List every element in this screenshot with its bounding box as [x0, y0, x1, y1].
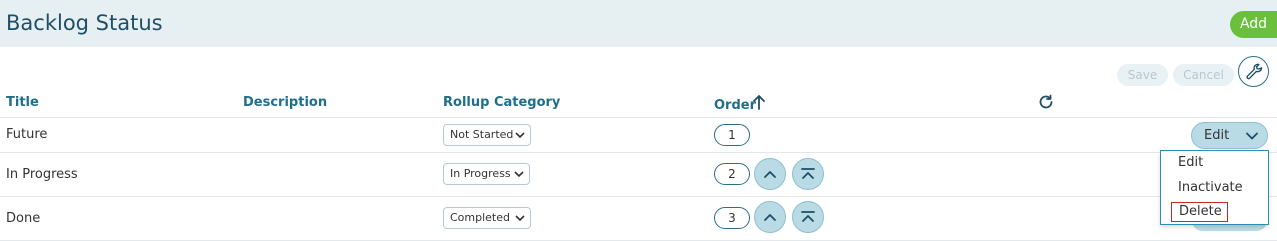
- move-to-top-button[interactable]: [792, 158, 824, 190]
- order-input[interactable]: 2: [714, 163, 750, 185]
- rollup-select[interactable]: Completed: [443, 207, 531, 229]
- column-header-title[interactable]: Title: [6, 95, 39, 110]
- row-title: In Progress: [6, 167, 78, 182]
- sort-ascending-icon[interactable]: [752, 94, 766, 110]
- menu-item-edit[interactable]: Edit: [1178, 155, 1203, 170]
- rollup-select[interactable]: In Progress: [443, 163, 530, 185]
- rollup-select[interactable]: Not Started: [443, 124, 531, 146]
- move-up-button[interactable]: [754, 201, 786, 233]
- row-title: Future: [6, 127, 48, 142]
- rollup-select-value: Not Started: [450, 128, 514, 141]
- move-to-top-icon: [801, 211, 815, 222]
- move-to-top-icon: [801, 168, 815, 179]
- save-button[interactable]: Save: [1117, 64, 1168, 86]
- row-divider: [0, 196, 1277, 197]
- rollup-select-value: In Progress: [450, 167, 511, 180]
- page-header: Backlog Status Add: [0, 0, 1277, 47]
- row-edit-split-button[interactable]: Edit: [1191, 122, 1268, 149]
- column-header-description[interactable]: Description: [243, 95, 327, 110]
- menu-item-inactivate[interactable]: Inactivate: [1178, 180, 1243, 195]
- chevron-down-icon: [515, 215, 525, 222]
- move-to-top-button[interactable]: [792, 201, 824, 233]
- move-up-button[interactable]: [754, 158, 786, 190]
- row-title: Done: [6, 211, 41, 226]
- chevron-down-icon[interactable]: [1246, 132, 1258, 140]
- settings-wrench-button[interactable]: [1238, 56, 1269, 87]
- edit-label[interactable]: Edit: [1204, 128, 1229, 143]
- header-divider: [0, 117, 1277, 118]
- wrench-icon: [1245, 63, 1262, 79]
- chevron-up-icon: [764, 214, 776, 221]
- menu-item-delete[interactable]: Delete: [1171, 202, 1228, 222]
- order-input[interactable]: 1: [714, 124, 750, 146]
- column-header-order[interactable]: Order: [714, 98, 756, 113]
- rollup-select-value: Completed: [450, 211, 510, 224]
- add-button[interactable]: Add: [1230, 11, 1277, 38]
- row-divider: [0, 152, 1277, 153]
- order-input[interactable]: 3: [714, 207, 750, 229]
- chevron-down-icon: [515, 132, 525, 139]
- column-header-rollup-category[interactable]: Rollup Category: [443, 95, 560, 110]
- chevron-down-icon: [514, 171, 524, 178]
- refresh-icon[interactable]: [1038, 94, 1054, 110]
- chevron-up-icon: [764, 171, 776, 178]
- page-title: Backlog Status: [6, 11, 163, 35]
- cancel-button[interactable]: Cancel: [1173, 64, 1234, 86]
- row-actions-menu: Edit Inactivate Delete: [1160, 150, 1269, 225]
